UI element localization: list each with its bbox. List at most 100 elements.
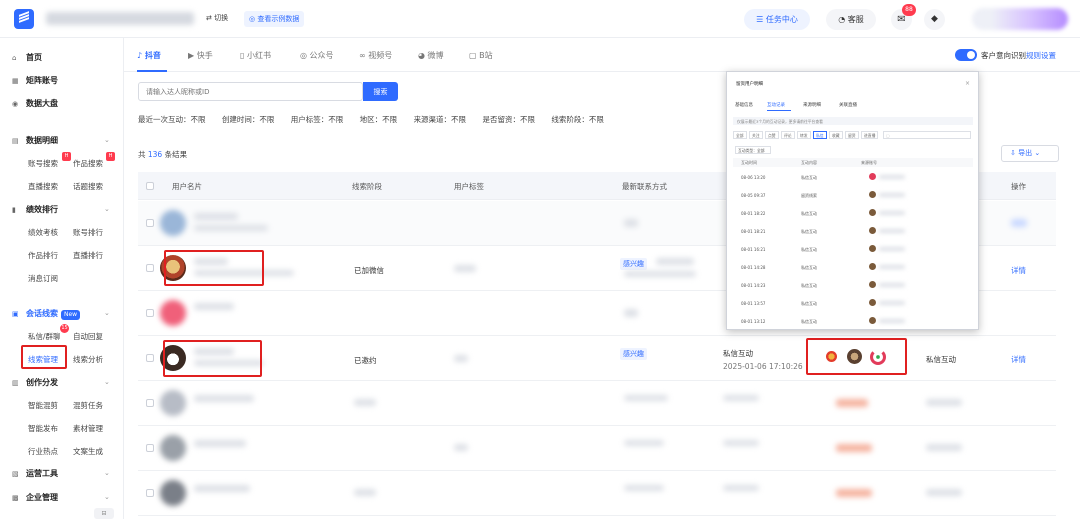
row-checkbox[interactable] bbox=[146, 354, 154, 362]
tab-shipinhao[interactable]: ∞ 视频号 bbox=[359, 50, 392, 61]
bell-icon[interactable]: ◆ bbox=[924, 9, 945, 30]
app-logo[interactable] bbox=[14, 9, 34, 29]
search-button[interactable]: 搜索 bbox=[363, 82, 398, 101]
popup-row-type: 留资线索 bbox=[801, 193, 817, 198]
row-checkbox[interactable] bbox=[146, 309, 154, 317]
row-checkbox[interactable] bbox=[146, 264, 154, 272]
tab-kuaishou[interactable]: ▶ 快手 bbox=[188, 50, 213, 61]
sidebar-item-smart-publish[interactable]: 智能发布 bbox=[28, 423, 58, 434]
popup-notice: 仅展示最近3个月的互动记录，更多请前往平台查看 bbox=[733, 117, 973, 125]
col-lead-stage: 线索阶段 bbox=[352, 182, 382, 191]
blurred-source bbox=[926, 444, 962, 451]
row-checkbox[interactable] bbox=[146, 399, 154, 407]
export-button[interactable]: ⇩ 导出 ⌄ bbox=[1001, 145, 1059, 162]
tab-gongzhonghao[interactable]: ◎ 公众号 bbox=[300, 50, 334, 61]
grid-icon: ▦ bbox=[12, 77, 19, 85]
sidebar-item-account-rank[interactable]: 账号排行 bbox=[73, 227, 103, 238]
filter-created-time[interactable]: 创建时间：不限 bbox=[222, 115, 275, 124]
sidebar-item-matrix[interactable]: ▦ 矩阵账号 bbox=[12, 75, 58, 86]
select-all-checkbox[interactable] bbox=[146, 182, 154, 190]
sidebar-section-performance[interactable]: ▮ 绩效排行 bbox=[12, 204, 58, 215]
tab-xiaohongshu[interactable]: ▯ 小红书 bbox=[240, 50, 271, 61]
date-range-picker[interactable]: ▢ bbox=[883, 131, 971, 139]
sidebar-item-msg-subscribe[interactable]: 消息订阅 bbox=[28, 273, 58, 284]
chevron-down-icon[interactable]: ⌄ bbox=[104, 205, 110, 213]
sidebar-item-home[interactable]: ⌂ 首页 bbox=[12, 52, 42, 63]
tools-icon: ▧ bbox=[12, 470, 19, 478]
tab-douyin[interactable]: ♪ 抖音 bbox=[137, 50, 161, 61]
chip-private[interactable]: 私信 bbox=[813, 131, 827, 139]
sidebar-item-private-msg[interactable]: 私信/群聊 bbox=[28, 331, 61, 342]
popup-tab-source[interactable]: 来源明细 bbox=[803, 102, 821, 108]
tab-weibo[interactable]: ◕ 微博 bbox=[418, 50, 444, 61]
sidebar-item-smart-mix[interactable]: 智能混剪 bbox=[28, 400, 58, 411]
popup-tab-interaction[interactable]: 互动记录 bbox=[767, 102, 785, 108]
filter-region[interactable]: 地区：不限 bbox=[360, 115, 398, 124]
sidebar-item-auto-reply[interactable]: 自动回复 bbox=[73, 331, 103, 342]
task-center-button[interactable]: ☰ 任务中心 bbox=[744, 9, 810, 30]
chevron-down-icon[interactable]: ⌄ bbox=[104, 469, 110, 477]
popup-row: 08-06 13:20 私信互动 bbox=[733, 168, 973, 186]
detail-link[interactable]: 详情 bbox=[1011, 265, 1026, 276]
rule-setting-link[interactable]: 规则设置 bbox=[1026, 51, 1056, 60]
filter-source-channel[interactable]: 来源渠道：不限 bbox=[414, 115, 467, 124]
chip-all[interactable]: 全部 bbox=[733, 131, 747, 139]
chevron-down-icon[interactable]: ⌄ bbox=[104, 309, 110, 317]
sidebar-item-works-search[interactable]: 作品搜索 bbox=[73, 158, 103, 169]
chip-follow[interactable]: 关注 bbox=[749, 131, 763, 139]
sidebar-section-enterprise[interactable]: ▩ 企业管理 bbox=[12, 492, 58, 503]
interaction-type-select[interactable]: 互动类型：全部 bbox=[735, 146, 771, 154]
sidebar-item-live-search[interactable]: 直播搜索 bbox=[28, 181, 58, 192]
sidebar-item-industry-hot[interactable]: 行业热点 bbox=[28, 446, 58, 457]
source-avatar bbox=[869, 245, 876, 252]
detail-link[interactable]: 详情 bbox=[1011, 354, 1026, 365]
search-input[interactable] bbox=[138, 82, 363, 101]
chip-favorite[interactable]: 收藏 bbox=[829, 131, 843, 139]
sidebar-item-perf-review[interactable]: 绩效考核 bbox=[28, 227, 58, 238]
chip-share[interactable]: 转发 bbox=[797, 131, 811, 139]
sidebar-item-dashboard[interactable]: ◉ 数据大盘 bbox=[12, 98, 58, 109]
chip-left-info[interactable]: 留资 bbox=[845, 131, 859, 139]
close-icon[interactable]: × bbox=[965, 80, 970, 87]
blurred-source-name bbox=[879, 301, 905, 305]
chip-comment[interactable]: 评论 bbox=[781, 131, 795, 139]
filter-left-info[interactable]: 是否留资：不限 bbox=[482, 115, 535, 124]
chevron-down-icon[interactable]: ⌄ bbox=[104, 378, 110, 386]
row-checkbox[interactable] bbox=[146, 444, 154, 452]
customer-service-button[interactable]: ◔ 客服 bbox=[826, 9, 876, 30]
filter-user-tag[interactable]: 用户标签：不限 bbox=[291, 115, 344, 124]
blurred-id bbox=[194, 225, 268, 231]
highlight-box bbox=[163, 340, 262, 377]
filter-last-interaction[interactable]: 最近一次互动：不限 bbox=[138, 115, 206, 124]
sidebar-section-creation[interactable]: ▥ 创作分发 bbox=[12, 377, 58, 388]
popup-tab-basic[interactable]: 基础信息 bbox=[735, 102, 753, 108]
sidebar-section-ops-tools[interactable]: ▧ 运营工具 bbox=[12, 468, 58, 479]
sidebar-item-mix-task[interactable]: 混剪任务 bbox=[73, 400, 103, 411]
row-checkbox[interactable] bbox=[146, 489, 154, 497]
popup-tab-live[interactable]: 关联直播 bbox=[839, 102, 857, 108]
demo-data-button[interactable]: ◎ 查看示例数据 bbox=[244, 11, 305, 27]
sidebar-section-data-detail[interactable]: ▤ 数据明细 bbox=[12, 135, 58, 146]
chevron-down-icon[interactable]: ⌄ bbox=[104, 493, 110, 501]
user-avatar[interactable] bbox=[972, 8, 1068, 30]
switch-button[interactable]: ⇄ 切换 bbox=[206, 13, 228, 23]
shop-name[interactable] bbox=[46, 12, 194, 25]
sidebar-item-copy-gen[interactable]: 文案生成 bbox=[73, 446, 103, 457]
intent-toggle[interactable] bbox=[955, 49, 977, 61]
collapse-sidebar-icon[interactable]: ⊟ bbox=[94, 508, 114, 519]
chevron-down-icon[interactable]: ⌄ bbox=[104, 136, 110, 144]
chip-like[interactable]: 点赞 bbox=[765, 131, 779, 139]
tab-bilibili[interactable]: ▢ B站 bbox=[469, 50, 493, 61]
popup-row-type: 私信互动 bbox=[801, 319, 817, 324]
sidebar-item-lead-analysis[interactable]: 线索分析 bbox=[73, 354, 103, 365]
sidebar-section-session-leads[interactable]: ▣ 会话线索 New bbox=[12, 308, 81, 320]
chip-live[interactable]: 进直播 bbox=[861, 131, 879, 139]
sidebar-item-works-rank[interactable]: 作品排行 bbox=[28, 250, 58, 261]
source-avatar bbox=[869, 227, 876, 234]
sidebar-item-topic-search[interactable]: 话题搜索 bbox=[73, 181, 103, 192]
filter-lead-stage[interactable]: 线索阶段：不限 bbox=[551, 115, 604, 124]
sidebar-item-live-rank[interactable]: 直播排行 bbox=[73, 250, 103, 261]
sidebar-item-account-search[interactable]: 账号搜索 bbox=[28, 158, 58, 169]
row-checkbox[interactable] bbox=[146, 219, 154, 227]
sidebar-item-material[interactable]: 素材管理 bbox=[73, 423, 103, 434]
